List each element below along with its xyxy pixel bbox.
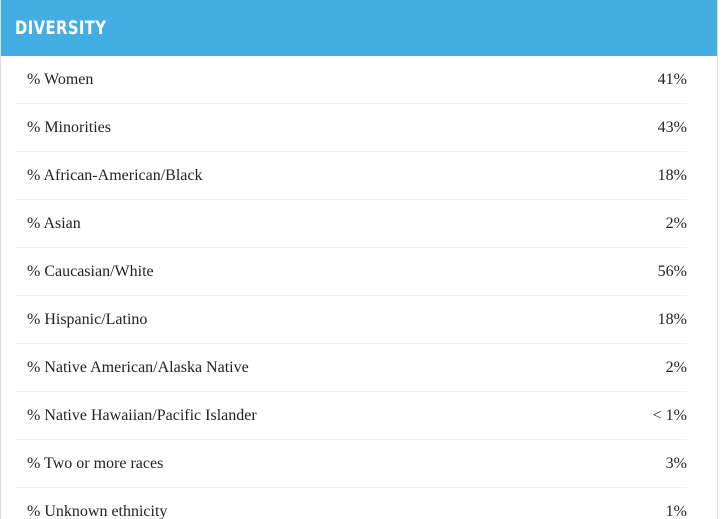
stat-value: 18%: [657, 310, 687, 328]
stat-row-unknown: % Unknown ethnicity 1%: [15, 488, 687, 519]
stat-value: < 1%: [652, 406, 687, 424]
stat-label: % Unknown ethnicity: [27, 503, 168, 519]
section-title: DIVERSITY: [15, 17, 107, 39]
section-header: DIVERSITY: [1, 0, 717, 56]
diversity-panel: DIVERSITY % Women 41% % Minorities 43% %…: [0, 0, 718, 519]
stat-row-caucasian: % Caucasian/White 56%: [15, 248, 687, 296]
stat-row-women: % Women 41%: [15, 56, 687, 104]
stat-label: % Asian: [27, 214, 81, 232]
stat-row-minorities: % Minorities 43%: [15, 104, 687, 152]
stat-value: 56%: [657, 262, 687, 280]
stat-value: 41%: [657, 70, 687, 88]
stat-value: 2%: [665, 358, 687, 376]
stat-row-two-or-more: % Two or more races 3%: [15, 440, 687, 488]
stat-row-native-hawaiian: % Native Hawaiian/Pacific Islander < 1%: [15, 392, 687, 440]
stat-label: % Native Hawaiian/Pacific Islander: [27, 406, 257, 424]
stat-label: % African-American/Black: [27, 166, 203, 184]
stat-label: % Caucasian/White: [27, 262, 154, 280]
stat-value: 1%: [665, 503, 687, 519]
stat-label: % Hispanic/Latino: [27, 310, 148, 328]
diversity-list: % Women 41% % Minorities 43% % African-A…: [15, 56, 687, 519]
stat-label: % Native American/Alaska Native: [27, 358, 249, 376]
stat-row-native-american: % Native American/Alaska Native 2%: [15, 344, 687, 392]
stat-row-asian: % Asian 2%: [15, 200, 687, 248]
stat-row-hispanic: % Hispanic/Latino 18%: [15, 296, 687, 344]
stat-value: 2%: [665, 214, 687, 232]
stat-label: % Minorities: [27, 118, 111, 136]
stat-value: 18%: [657, 166, 687, 184]
stat-label: % Women: [27, 70, 94, 88]
stat-value: 3%: [665, 454, 687, 472]
stat-label: % Two or more races: [27, 454, 164, 472]
stat-value: 43%: [657, 118, 687, 136]
stat-row-african-american: % African-American/Black 18%: [15, 152, 687, 200]
